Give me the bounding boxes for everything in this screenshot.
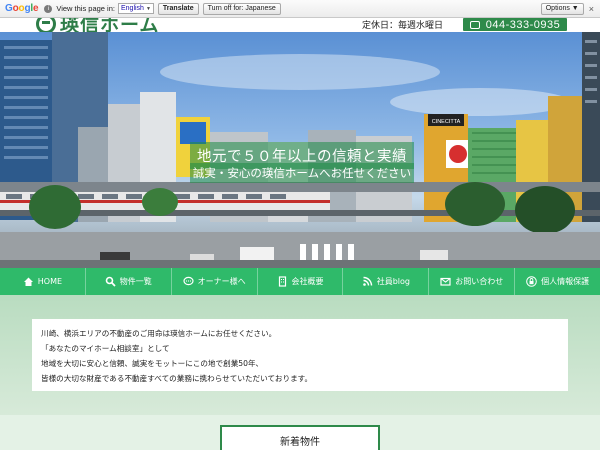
mail-icon [440, 276, 451, 287]
nav-item-label: 個人情報保護 [541, 277, 590, 286]
greeting-line: 地域を大切に安心と信頼、誠実をモットーにこの地で創業50年、 [41, 359, 264, 368]
hero-subline: 誠実・安心の瑛信ホームへお任せください [190, 163, 414, 183]
site-header: 瑛信ホーム 定休日：毎週水曜日 044-333-0935 [0, 18, 600, 32]
cinecitta-sign: CINECITTA [432, 119, 461, 125]
hero-banner: CINECITTA 地元で５０年以上の信頼と実績 誠実・安心の瑛信ホームへお任せ… [0, 32, 600, 268]
logo-mark-icon [36, 18, 56, 32]
language-select[interactable]: English ▼ [117, 3, 154, 14]
phone-button[interactable]: 044-333-0935 [463, 18, 567, 31]
greeting-box: 川崎、横浜エリアの不動産のご用命は瑛信ホームにお任せください。 「あなたのマイホ… [32, 319, 568, 391]
language-select-value: English [120, 5, 144, 12]
site-logo[interactable]: 瑛信ホーム [36, 18, 159, 32]
holiday-notice: 定休日：毎週水曜日 [362, 21, 444, 31]
greeting-line: 川崎、横浜エリアの不動産のご用命は瑛信ホームにお任せください。 [41, 329, 277, 338]
lock-icon [526, 276, 537, 287]
nav-item-label: HOME [37, 277, 63, 286]
search-icon [105, 276, 116, 287]
nav-item-label: 物件一覧 [119, 277, 152, 286]
nav-item-owners[interactable]: オーナー様へ [172, 268, 258, 295]
nav-item-privacy[interactable]: 個人情報保護 [515, 268, 600, 295]
chat-icon [183, 276, 194, 287]
logo-text: 瑛信ホーム [60, 18, 160, 32]
nav-item-company[interactable]: 会社概要 [258, 268, 344, 295]
google-logo: Google [5, 3, 39, 14]
nav-item-listings[interactable]: 物件一覧 [86, 268, 172, 295]
turn-off-button[interactable]: Turn off for: Japanese [202, 2, 281, 15]
translate-bar: Google i View this page in: English ▼ Tr… [0, 0, 600, 18]
nav-item-contact[interactable]: お問い合わせ [429, 268, 516, 295]
options-button[interactable]: Options ▼ [540, 2, 584, 15]
nav-item-label: 会社概要 [291, 277, 324, 286]
home-icon [23, 276, 34, 287]
building-icon [277, 276, 288, 287]
phone-icon [469, 20, 480, 29]
nav-item-label: お問い合わせ [455, 277, 504, 286]
info-icon[interactable]: i [44, 4, 53, 13]
nav-item-label: オーナー様へ [197, 277, 246, 286]
translate-button[interactable]: Translate [157, 2, 199, 15]
view-page-label: View this page in: [56, 4, 115, 13]
new-listings-heading: 新着物件 [220, 425, 380, 450]
main-nav: HOME 物件一覧 オーナー様へ 会社概要 社員blog お問い合わせ 個人情報… [0, 268, 600, 295]
close-icon[interactable]: × [589, 4, 594, 14]
nav-item-blog[interactable]: 社員blog [343, 268, 430, 295]
chevron-down-icon: ▼ [145, 5, 151, 12]
greeting-line: 皆様の大切な財産である不動産すべての業務に携わらせていただいております。 [41, 374, 313, 383]
phone-number: 044-333-0935 [485, 18, 561, 31]
nav-item-label: 社員blog [376, 277, 410, 286]
blog-icon [362, 276, 373, 287]
nav-item-home[interactable]: HOME [0, 268, 86, 295]
greeting-line: 「あなたのマイホーム相談室」として [41, 344, 170, 353]
